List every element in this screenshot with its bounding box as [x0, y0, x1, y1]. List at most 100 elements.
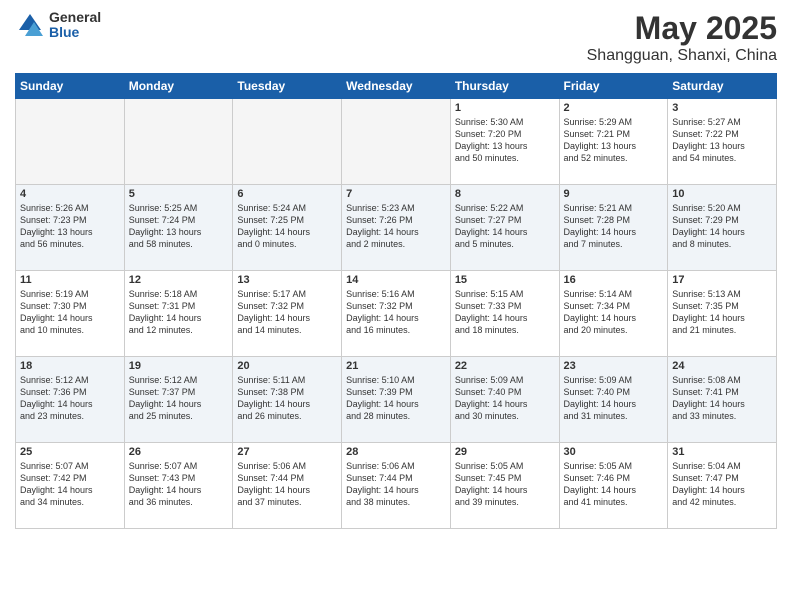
day-number: 3 [672, 102, 772, 114]
col-wednesday: Wednesday [342, 74, 451, 99]
day-number: 5 [129, 188, 229, 200]
day-number: 17 [672, 274, 772, 286]
table-cell: 6 Sunrise: 5:24 AM Sunset: 7:25 PM Daylig… [233, 185, 342, 271]
table-cell: 30Sunrise: 5:05 AM Sunset: 7:46 PM Dayli… [559, 443, 668, 529]
page: General Blue May 2025 Shangguan, Shanxi,… [0, 0, 792, 612]
day-info: Sunrise: 5:09 AM Sunset: 7:40 PM Dayligh… [564, 374, 664, 423]
day-info: Sunrise: 5:15 AM Sunset: 7:33 PM Dayligh… [455, 288, 555, 337]
day-info: Sunrise: 5:06 AM Sunset: 7:44 PM Dayligh… [237, 460, 337, 509]
table-cell: 13 Sunrise: 5:17 AM Sunset: 7:32 PM Dayli… [233, 271, 342, 357]
day-number: 26 [129, 446, 229, 458]
day-number: 22 [455, 360, 555, 372]
col-monday: Monday [124, 74, 233, 99]
day-info: Sunrise: 5:18 AM Sunset: 7:31 PM Dayligh… [129, 288, 229, 337]
table-cell: 27 Sunrise: 5:06 AM Sunset: 7:44 PM Dayli… [233, 443, 342, 529]
day-number: 12 [129, 274, 229, 286]
day-info: Sunrise: 5:04 AM Sunset: 7:47 PM Dayligh… [672, 460, 772, 509]
table-cell [124, 99, 233, 185]
week-row-1: 1 Sunrise: 5:30 AM Sunset: 7:20 PM Daylig… [16, 99, 777, 185]
day-info: Sunrise: 5:27 AM Sunset: 7:22 PM Dayligh… [672, 116, 772, 165]
day-number: 16 [564, 274, 664, 286]
col-tuesday: Tuesday [233, 74, 342, 99]
day-info: Sunrise: 5:19 AM Sunset: 7:30 PM Dayligh… [20, 288, 120, 337]
day-info: Sunrise: 5:21 AM Sunset: 7:28 PM Dayligh… [564, 202, 664, 251]
day-number: 24 [672, 360, 772, 372]
table-cell: 3 Sunrise: 5:27 AM Sunset: 7:22 PM Daylig… [668, 99, 777, 185]
day-info: Sunrise: 5:29 AM Sunset: 7:21 PM Dayligh… [564, 116, 664, 165]
col-saturday: Saturday [668, 74, 777, 99]
day-info: Sunrise: 5:26 AM Sunset: 7:23 PM Dayligh… [20, 202, 120, 251]
table-cell: 24 Sunrise: 5:08 AM Sunset: 7:41 PM Dayli… [668, 357, 777, 443]
table-cell [16, 99, 125, 185]
day-info: Sunrise: 5:12 AM Sunset: 7:37 PM Dayligh… [129, 374, 229, 423]
day-info: Sunrise: 5:24 AM Sunset: 7:25 PM Dayligh… [237, 202, 337, 251]
table-cell: 16Sunrise: 5:14 AM Sunset: 7:34 PM Dayli… [559, 271, 668, 357]
day-number: 11 [20, 274, 120, 286]
table-cell: 8Sunrise: 5:22 AM Sunset: 7:27 PM Daylig… [450, 185, 559, 271]
table-cell: 31 Sunrise: 5:04 AM Sunset: 7:47 PM Dayli… [668, 443, 777, 529]
table-cell: 1 Sunrise: 5:30 AM Sunset: 7:20 PM Daylig… [450, 99, 559, 185]
week-row-4: 18 Sunrise: 5:12 AM Sunset: 7:36 PM Dayli… [16, 357, 777, 443]
table-cell: 21Sunrise: 5:10 AM Sunset: 7:39 PM Dayli… [342, 357, 451, 443]
table-cell: 5 Sunrise: 5:25 AM Sunset: 7:24 PM Daylig… [124, 185, 233, 271]
logo-general-text: General [49, 10, 101, 25]
day-number: 1 [455, 102, 555, 114]
day-info: Sunrise: 5:05 AM Sunset: 7:45 PM Dayligh… [455, 460, 555, 509]
table-cell: 28 Sunrise: 5:06 AM Sunset: 7:44 PM Dayli… [342, 443, 451, 529]
col-friday: Friday [559, 74, 668, 99]
table-cell: 19Sunrise: 5:12 AM Sunset: 7:37 PM Dayli… [124, 357, 233, 443]
day-number: 6 [237, 188, 337, 200]
title-location: Shangguan, Shanxi, China [587, 47, 777, 65]
logo-blue-text: Blue [49, 25, 101, 40]
table-cell: 23 Sunrise: 5:09 AM Sunset: 7:40 PM Dayli… [559, 357, 668, 443]
day-info: Sunrise: 5:25 AM Sunset: 7:24 PM Dayligh… [129, 202, 229, 251]
title-block: May 2025 Shangguan, Shanxi, China [587, 10, 777, 65]
table-cell: 12 Sunrise: 5:18 AM Sunset: 7:31 PM Dayli… [124, 271, 233, 357]
day-info: Sunrise: 5:12 AM Sunset: 7:36 PM Dayligh… [20, 374, 120, 423]
logo-icon [15, 10, 45, 40]
table-cell: 10Sunrise: 5:20 AM Sunset: 7:29 PM Dayli… [668, 185, 777, 271]
day-info: Sunrise: 5:11 AM Sunset: 7:38 PM Dayligh… [237, 374, 337, 423]
logo: General Blue [15, 10, 101, 41]
table-cell: 9 Sunrise: 5:21 AM Sunset: 7:28 PM Daylig… [559, 185, 668, 271]
logo-text: General Blue [49, 10, 101, 41]
table-cell: 7Sunrise: 5:23 AM Sunset: 7:26 PM Daylig… [342, 185, 451, 271]
day-info: Sunrise: 5:10 AM Sunset: 7:39 PM Dayligh… [346, 374, 446, 423]
day-number: 27 [237, 446, 337, 458]
day-number: 10 [672, 188, 772, 200]
day-number: 18 [20, 360, 120, 372]
day-info: Sunrise: 5:05 AM Sunset: 7:46 PM Dayligh… [564, 460, 664, 509]
day-info: Sunrise: 5:17 AM Sunset: 7:32 PM Dayligh… [237, 288, 337, 337]
calendar-header-row: Sunday Monday Tuesday Wednesday Thursday… [16, 74, 777, 99]
day-info: Sunrise: 5:16 AM Sunset: 7:32 PM Dayligh… [346, 288, 446, 337]
day-number: 2 [564, 102, 664, 114]
day-number: 7 [346, 188, 446, 200]
week-row-2: 4 Sunrise: 5:26 AM Sunset: 7:23 PM Daylig… [16, 185, 777, 271]
day-info: Sunrise: 5:09 AM Sunset: 7:40 PM Dayligh… [455, 374, 555, 423]
day-number: 25 [20, 446, 120, 458]
day-number: 28 [346, 446, 446, 458]
table-cell: 4 Sunrise: 5:26 AM Sunset: 7:23 PM Daylig… [16, 185, 125, 271]
table-cell: 15Sunrise: 5:15 AM Sunset: 7:33 PM Dayli… [450, 271, 559, 357]
table-cell [233, 99, 342, 185]
day-info: Sunrise: 5:07 AM Sunset: 7:42 PM Dayligh… [20, 460, 120, 509]
day-info: Sunrise: 5:30 AM Sunset: 7:20 PM Dayligh… [455, 116, 555, 165]
day-info: Sunrise: 5:07 AM Sunset: 7:43 PM Dayligh… [129, 460, 229, 509]
day-info: Sunrise: 5:06 AM Sunset: 7:44 PM Dayligh… [346, 460, 446, 509]
day-number: 9 [564, 188, 664, 200]
day-number: 31 [672, 446, 772, 458]
table-cell: 22 Sunrise: 5:09 AM Sunset: 7:40 PM Dayli… [450, 357, 559, 443]
table-cell: 18 Sunrise: 5:12 AM Sunset: 7:36 PM Dayli… [16, 357, 125, 443]
table-cell: 20 Sunrise: 5:11 AM Sunset: 7:38 PM Dayli… [233, 357, 342, 443]
day-number: 23 [564, 360, 664, 372]
table-cell: 26 Sunrise: 5:07 AM Sunset: 7:43 PM Dayli… [124, 443, 233, 529]
day-number: 20 [237, 360, 337, 372]
day-info: Sunrise: 5:08 AM Sunset: 7:41 PM Dayligh… [672, 374, 772, 423]
day-info: Sunrise: 5:22 AM Sunset: 7:27 PM Dayligh… [455, 202, 555, 251]
calendar-table: Sunday Monday Tuesday Wednesday Thursday… [15, 73, 777, 529]
col-sunday: Sunday [16, 74, 125, 99]
day-number: 13 [237, 274, 337, 286]
week-row-3: 11 Sunrise: 5:19 AM Sunset: 7:30 PM Dayli… [16, 271, 777, 357]
day-number: 4 [20, 188, 120, 200]
table-cell: 29Sunrise: 5:05 AM Sunset: 7:45 PM Dayli… [450, 443, 559, 529]
